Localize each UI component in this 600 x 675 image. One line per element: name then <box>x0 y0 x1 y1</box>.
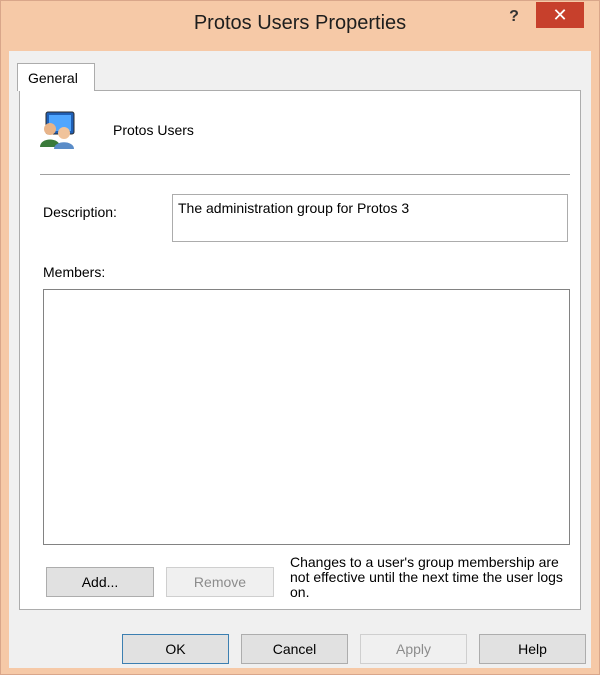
divider <box>40 174 570 175</box>
cancel-button[interactable]: Cancel <box>241 634 348 664</box>
membership-note: Changes to a user's group membership are… <box>290 554 563 600</box>
help-button[interactable]: Help <box>479 634 586 664</box>
remove-button[interactable]: Remove <box>166 567 274 597</box>
description-label: Description: <box>43 204 117 220</box>
help-icon[interactable]: ? <box>501 7 527 31</box>
ok-button[interactable]: OK <box>122 634 229 664</box>
users-group-icon <box>38 109 78 149</box>
general-tab-panel: Protos Users Description: The administra… <box>19 90 581 610</box>
dialog-client-area: General Protos Users Description: The ad… <box>9 51 591 668</box>
group-name: Protos Users <box>113 122 194 138</box>
members-list[interactable] <box>43 289 570 545</box>
close-button[interactable]: ✕ <box>536 2 584 28</box>
title-bar[interactable]: Protos Users Properties ? ✕ <box>1 1 599 51</box>
members-label: Members: <box>43 264 106 280</box>
tab-general[interactable]: General <box>17 63 95 91</box>
add-button[interactable]: Add... <box>46 567 154 597</box>
apply-button[interactable]: Apply <box>360 634 467 664</box>
tab-label: General <box>28 70 78 86</box>
description-field[interactable]: The administration group for Protos 3 <box>172 194 568 242</box>
properties-window: Protos Users Properties ? ✕ General Prot… <box>0 0 600 675</box>
